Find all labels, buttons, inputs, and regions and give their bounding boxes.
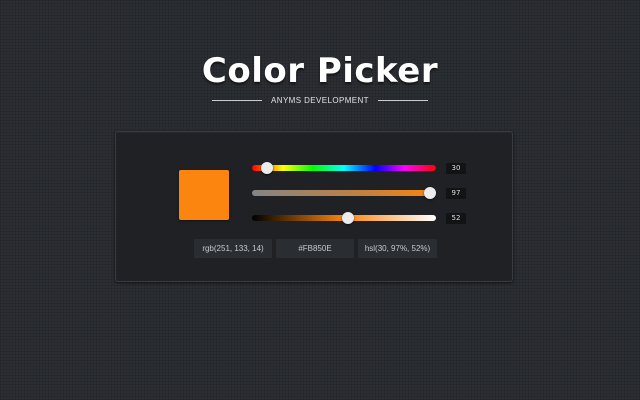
lightness-value: 52 xyxy=(446,213,466,224)
color-preview-swatch xyxy=(179,170,229,220)
hue-slider[interactable] xyxy=(252,162,436,174)
hex-output[interactable]: #FB850E xyxy=(276,239,354,258)
saturation-slider-thumb[interactable] xyxy=(424,187,437,199)
saturation-value: 97 xyxy=(446,188,466,199)
hue-slider-thumb[interactable] xyxy=(261,162,274,174)
subtitle-divider-left xyxy=(212,100,263,101)
header: Color Picker ANYMS DEVELOPMENT xyxy=(0,48,640,105)
saturation-slider[interactable] xyxy=(252,187,437,199)
lightness-slider-thumb[interactable] xyxy=(341,212,354,224)
hsl-output[interactable]: hsl(30, 97%, 52%) xyxy=(358,239,437,258)
rgb-output[interactable]: rgb(251, 133, 14) xyxy=(194,239,272,258)
page-subtitle: ANYMS DEVELOPMENT xyxy=(271,96,369,105)
color-picker-panel: 30 97 52 rgb(251, 133, 14) #FB850E hsl(3… xyxy=(115,131,513,282)
subtitle-row: ANYMS DEVELOPMENT xyxy=(0,96,640,105)
subtitle-divider-right xyxy=(377,100,428,101)
page-title: Color Picker xyxy=(201,51,439,91)
lightness-slider[interactable] xyxy=(252,212,436,224)
hue-value: 30 xyxy=(446,163,466,174)
